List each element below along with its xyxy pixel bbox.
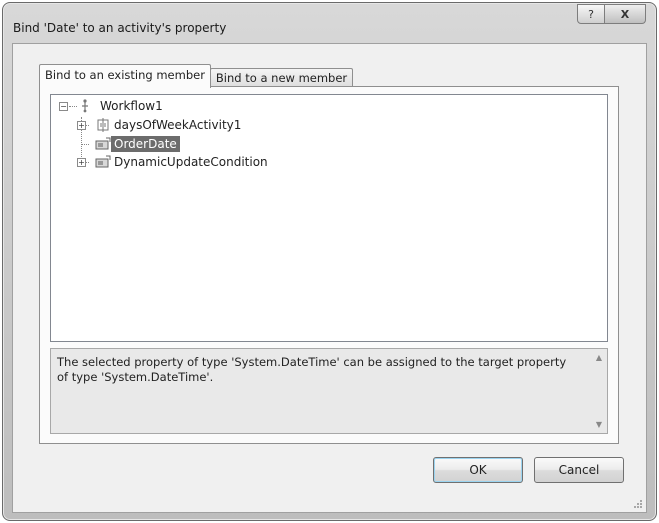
title-bar[interactable]: Bind 'Date' to an activity's property ? …	[3, 3, 656, 43]
resize-grip-icon[interactable]	[631, 497, 643, 509]
workflow-icon	[77, 99, 93, 113]
tree-node-label: OrderDate	[111, 136, 180, 152]
cancel-button[interactable]: Cancel	[534, 457, 624, 483]
description-text: The selected property of type 'System.Da…	[57, 355, 567, 384]
collapse-icon[interactable]: −	[59, 102, 68, 111]
close-button[interactable]: X	[605, 4, 646, 24]
scroll-up-icon[interactable]: ▲	[593, 353, 605, 362]
expand-icon[interactable]: +	[77, 121, 86, 130]
close-icon: X	[620, 7, 630, 21]
scroll-down-icon[interactable]: ▼	[593, 420, 605, 429]
title-bar-buttons: ? X	[577, 4, 646, 24]
description-scrollbar[interactable]: ▲ ▼	[593, 353, 605, 429]
dialog-client-area: Bind to an existing member Bind to a new…	[12, 43, 647, 513]
tree-node-label: DynamicUpdateCondition	[114, 155, 268, 169]
tree-node-orderdate[interactable]: OrderDate	[51, 135, 180, 153]
tab-new-member[interactable]: Bind to a new member	[209, 68, 354, 88]
ok-button[interactable]: OK	[433, 457, 523, 483]
help-button[interactable]: ?	[577, 4, 605, 24]
tree-node-daysofweekactivity1[interactable]: + daysOfWeekActivity1	[51, 116, 244, 134]
activity-icon	[95, 118, 111, 132]
tab-strip: Bind to an existing member Bind to a new…	[39, 64, 354, 88]
dialog-window: Bind 'Date' to an activity's property ? …	[2, 2, 657, 521]
tree-node-label: daysOfWeekActivity1	[114, 118, 242, 132]
property-icon	[95, 155, 111, 169]
tree-node-label: Workflow1	[100, 99, 163, 113]
expand-icon[interactable]: +	[77, 158, 86, 167]
tab-existing-member[interactable]: Bind to an existing member	[39, 64, 211, 88]
description-box: The selected property of type 'System.Da…	[50, 348, 608, 434]
tab-panel: − Workflow1 + daysOfWeekActivity1 OrderD…	[39, 86, 619, 444]
tree-node-workflow1[interactable]: − Workflow1	[51, 97, 166, 115]
tree-node-dynamicupdatecondition[interactable]: + DynamicUpdateCondition	[51, 153, 271, 171]
member-tree[interactable]: − Workflow1 + daysOfWeekActivity1 OrderD…	[50, 94, 608, 342]
help-icon: ?	[588, 7, 594, 21]
window-title: Bind 'Date' to an activity's property	[13, 21, 227, 35]
property-icon	[95, 137, 111, 151]
